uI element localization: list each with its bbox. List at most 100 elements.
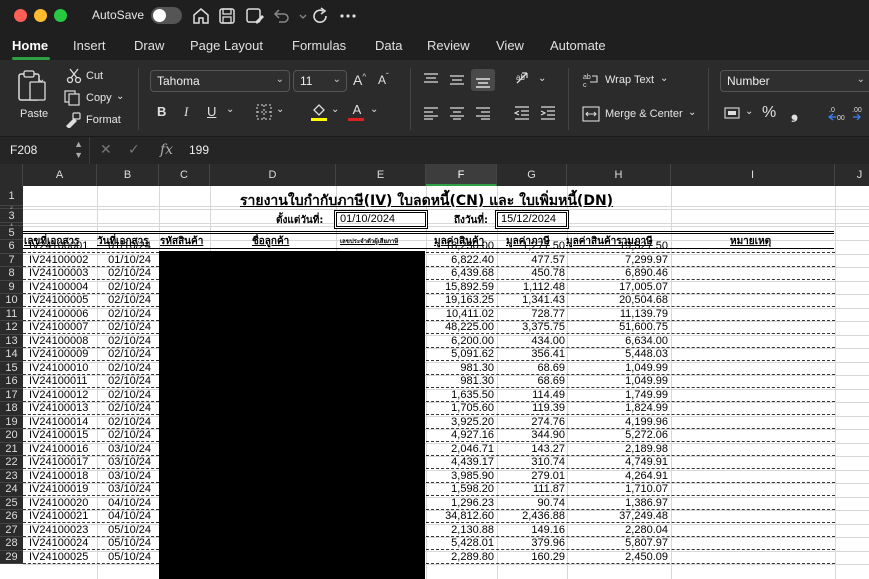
column-header-d[interactable]: D <box>210 164 336 186</box>
column-header-b[interactable]: B <box>97 164 159 186</box>
row-header-8[interactable]: 8 <box>0 267 23 281</box>
close-window-button[interactable] <box>14 9 27 22</box>
row-header-23[interactable]: 23 <box>0 469 23 483</box>
column-header-j[interactable]: J <box>835 164 869 186</box>
number-format-dropdown[interactable]: Number ⌄ <box>720 70 869 92</box>
column-header-i[interactable]: I <box>671 164 835 186</box>
increase-indent-button[interactable] <box>540 106 556 120</box>
row-header-29[interactable]: 29 <box>0 550 23 564</box>
percent-style-button[interactable]: % <box>762 104 776 122</box>
row-header-7[interactable]: 7 <box>0 253 23 267</box>
row-header-6[interactable]: 6 <box>0 240 23 254</box>
column-header-c[interactable]: C <box>159 164 210 186</box>
row-header-17[interactable]: 17 <box>0 388 23 402</box>
save-icon[interactable] <box>216 5 238 27</box>
row-header-14[interactable]: 14 <box>0 348 23 362</box>
accounting-format-button[interactable] <box>724 106 742 120</box>
font-color-button[interactable]: A <box>348 102 366 121</box>
row-header-10[interactable]: 10 <box>0 294 23 308</box>
row-header-21[interactable]: 21 <box>0 442 23 456</box>
row-header-11[interactable]: 11 <box>0 307 23 321</box>
increase-decimal-button[interactable]: .0 00 <box>828 104 846 122</box>
column-header-e[interactable]: E <box>336 164 426 186</box>
tab-review[interactable]: Review <box>427 38 470 53</box>
row-header-3[interactable]: 3 <box>0 209 23 223</box>
underline-button[interactable]: U <box>207 104 216 119</box>
decrease-decimal-button[interactable]: .00 <box>851 104 869 122</box>
align-center-button[interactable] <box>449 106 465 120</box>
tab-automate[interactable]: Automate <box>550 38 606 53</box>
row-header-28[interactable]: 28 <box>0 537 23 551</box>
zoom-window-button[interactable] <box>54 9 67 22</box>
row-header-13[interactable]: 13 <box>0 334 23 348</box>
autosave-toggle[interactable] <box>151 7 182 24</box>
row-header-26[interactable]: 26 <box>0 510 23 524</box>
save-as-icon[interactable] <box>243 5 265 27</box>
borders-button[interactable] <box>256 104 272 120</box>
minimize-window-button[interactable] <box>34 9 47 22</box>
tab-insert[interactable]: Insert <box>73 38 106 53</box>
home-icon[interactable] <box>190 5 212 27</box>
align-bottom-button[interactable] <box>471 69 495 91</box>
insert-function-button[interactable]: fx <box>160 142 173 158</box>
redo-icon[interactable] <box>309 5 331 27</box>
align-middle-button[interactable] <box>449 72 465 86</box>
undo-icon[interactable] <box>270 5 292 27</box>
header-tax-id[interactable]: เลขประจำตัวผู้เสียภาษี <box>340 236 424 250</box>
tab-view[interactable]: View <box>496 38 524 53</box>
header-product-code[interactable]: รหัสสินค้า <box>160 234 210 248</box>
comma-style-button[interactable]: ❟ <box>791 102 798 123</box>
row-header-1[interactable]: 1 <box>0 186 23 206</box>
report-title[interactable]: รายงานใบกำกับภาษี(IV) ใบลดหนี้(CN) และ ใ… <box>240 190 613 212</box>
align-top-button[interactable] <box>423 72 439 86</box>
fill-color-dropdown-icon[interactable]: ⌄ <box>331 104 339 115</box>
from-date-cell[interactable]: 01/10/2024 <box>336 212 426 227</box>
column-header-f[interactable]: F <box>426 164 497 186</box>
bold-button[interactable]: B <box>157 104 166 119</box>
row-header-19[interactable]: 19 <box>0 415 23 429</box>
name-box[interactable]: F208 ▲ ▼ <box>0 137 90 164</box>
select-all-corner[interactable] <box>0 164 23 186</box>
column-header-g[interactable]: G <box>497 164 567 186</box>
row-header-22[interactable]: 22 <box>0 456 23 470</box>
more-icon[interactable] <box>337 5 359 27</box>
decrease-indent-button[interactable] <box>514 106 530 120</box>
worksheet-grid[interactable]: ABCDEFGHIJ 1 2 3 4 5 6 7 8 9 10 11 12 13 14 15 16 17 18 19… <box>0 164 869 579</box>
italic-button[interactable]: I <box>184 104 188 120</box>
tab-home[interactable]: Home <box>12 38 48 53</box>
column-header-a[interactable]: A <box>23 164 97 186</box>
font-size-dropdown[interactable]: 11 ⌄ <box>293 70 347 92</box>
tab-formulas[interactable]: Formulas <box>292 38 346 53</box>
row-header-20[interactable]: 20 <box>0 429 23 443</box>
cancel-icon[interactable]: ✕ <box>100 142 112 158</box>
underline-dropdown-icon[interactable]: ⌄ <box>226 104 234 115</box>
header-remark[interactable]: หมายเหตุ <box>730 234 790 248</box>
accounting-dropdown-icon[interactable]: ⌄ <box>745 106 753 117</box>
formula-input[interactable]: 199 <box>189 143 209 157</box>
row-header-12[interactable]: 12 <box>0 321 23 335</box>
row-header-5[interactable]: 5 <box>0 226 23 240</box>
row-header-16[interactable]: 16 <box>0 375 23 389</box>
fill-color-button[interactable] <box>310 102 328 122</box>
tab-draw[interactable]: Draw <box>134 38 164 53</box>
paste-dropdown-icon[interactable]: ⌄ <box>37 74 45 85</box>
font-name-dropdown[interactable]: Tahoma ⌄ <box>150 70 290 92</box>
row-header-9[interactable]: 9 <box>0 280 23 294</box>
to-date-cell[interactable]: 15/12/2024 <box>497 212 567 227</box>
row-header-24[interactable]: 24 <box>0 483 23 497</box>
borders-dropdown-icon[interactable]: ⌄ <box>276 104 284 115</box>
align-right-button[interactable] <box>475 106 491 120</box>
row-header-15[interactable]: 15 <box>0 361 23 375</box>
row-header-18[interactable]: 18 <box>0 402 23 416</box>
tab-page-layout[interactable]: Page Layout <box>190 38 263 53</box>
align-left-button[interactable] <box>423 106 439 120</box>
increase-font-size-button[interactable]: A^ <box>353 72 366 88</box>
header-customer-name[interactable]: ชื่อลูกค้า <box>252 234 336 248</box>
column-header-h[interactable]: H <box>567 164 671 186</box>
decrease-font-size-button[interactable]: Aˇ <box>378 72 389 87</box>
tab-data[interactable]: Data <box>375 38 402 53</box>
undo-dropdown-icon[interactable] <box>292 5 307 27</box>
copy-dropdown-icon[interactable]: ⌄ <box>116 91 124 102</box>
enter-icon[interactable]: ✓ <box>128 142 140 158</box>
row-header-27[interactable]: 27 <box>0 523 23 537</box>
